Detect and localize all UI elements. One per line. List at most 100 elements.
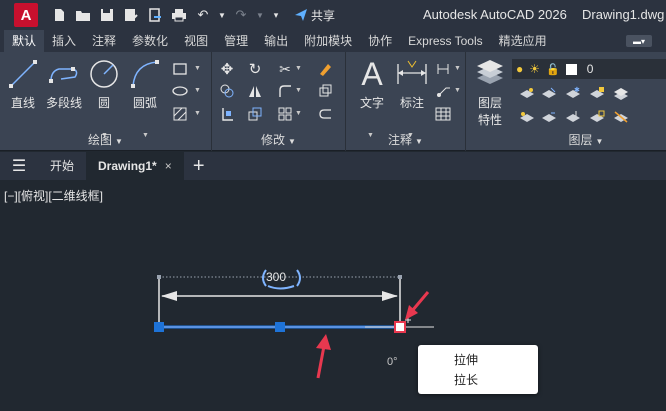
title-bar: A ↶ ▼ ↷ ▼ ▾ 共享 Autodesk AutoCAD 2026 Dra… (0, 0, 666, 30)
annotation-panel-title[interactable]: 注释 ▼ (346, 131, 465, 148)
copy-icon[interactable] (218, 82, 236, 100)
polyline-tool[interactable]: 多段线 (43, 56, 85, 111)
layer-freeze-icon[interactable]: ✱ (564, 84, 582, 102)
dimension-tool[interactable]: 标注 (392, 56, 432, 111)
layer-isolate-icon[interactable] (540, 84, 558, 102)
tab-parametric[interactable]: 参数化 (124, 30, 176, 52)
trim-icon[interactable]: ✂ (276, 60, 294, 78)
new-file-icon[interactable] (50, 6, 68, 24)
text-icon: A (361, 55, 383, 92)
tab-start[interactable]: 开始 (38, 152, 86, 180)
new-tab-icon[interactable]: + (184, 152, 214, 180)
tab-drawing1[interactable]: Drawing1* × (86, 152, 184, 180)
layer-off-icon[interactable] (518, 84, 536, 102)
open-web-icon[interactable] (146, 6, 164, 24)
tab-default[interactable]: 默认 (4, 30, 45, 52)
leader-icon[interactable] (434, 82, 452, 100)
mirror-icon[interactable] (246, 82, 264, 100)
layer-previous-icon[interactable] (540, 108, 558, 126)
line-grip-start[interactable] (154, 322, 164, 332)
customize-toolbar-icon[interactable]: ▾ (270, 6, 282, 24)
rectangle-dropdown-icon[interactable]: ▼ (194, 65, 201, 72)
dimension-grip-left[interactable] (157, 275, 161, 279)
redo-dropdown-icon[interactable]: ▼ (256, 6, 264, 24)
tab-addins[interactable]: 附加模块 (296, 30, 360, 52)
trim-dropdown-icon[interactable]: ▼ (295, 65, 302, 72)
tab-collaborate[interactable]: 协作 (360, 30, 400, 52)
menu-item-lengthen[interactable]: 拉长 (418, 370, 538, 390)
redo-icon[interactable]: ↷ (232, 6, 250, 24)
layer-properties-icon (477, 60, 503, 84)
move-icon[interactable]: ✥ (218, 60, 236, 78)
text-tool[interactable]: A 文字 (352, 56, 392, 111)
ellipse-dropdown-icon[interactable]: ▼ (194, 87, 201, 94)
dimension-text-bracket-right (296, 269, 301, 287)
layer-unlock-icon[interactable] (588, 108, 606, 126)
autocad-logo[interactable]: A (14, 3, 38, 27)
tab-annotate[interactable]: 注释 (84, 30, 124, 52)
annotation-arrow-diagonal (405, 291, 430, 320)
layer-properties-tool[interactable]: 图层 特性 (470, 56, 510, 128)
tab-output[interactable]: 输出 (256, 30, 296, 52)
menu-item-stretch[interactable]: 拉伸 (418, 350, 538, 370)
share-button[interactable]: 共享 (294, 7, 335, 24)
array-dropdown-icon[interactable]: ▼ (295, 110, 302, 117)
stretch-icon[interactable] (218, 105, 236, 123)
save-as-icon[interactable] (122, 6, 140, 24)
plot-icon[interactable] (170, 6, 188, 24)
draw-panel: 直线 多段线 圆 ▼ 圆弧 ▼ ▼ ▼ ▼ 绘图 ▼ (0, 52, 212, 151)
layer-make-current-icon[interactable] (612, 84, 630, 102)
rotate-icon[interactable]: ↻ (246, 60, 264, 78)
dimension-grip-right[interactable] (398, 275, 402, 279)
undo-dropdown-icon[interactable]: ▼ (218, 6, 226, 24)
tab-featured-apps[interactable]: 精选应用 (491, 30, 555, 52)
table-icon[interactable] (434, 105, 452, 123)
unlock-icon: 🔓 (546, 63, 560, 76)
scale-icon[interactable] (246, 105, 264, 123)
leader-dropdown-icon[interactable]: ▼ (454, 87, 461, 94)
array-icon[interactable] (276, 105, 294, 123)
document-tab-bar: ☰ 开始 Drawing1* × + (0, 152, 666, 180)
save-icon[interactable] (98, 6, 116, 24)
hatch-icon[interactable] (171, 105, 189, 123)
draw-panel-title[interactable]: 绘图 ▼ (0, 131, 211, 148)
ellipse-icon[interactable] (171, 82, 189, 100)
rectangle-icon[interactable] (171, 60, 189, 78)
hamburger-menu-icon[interactable]: ☰ (0, 152, 38, 180)
layer-walk-icon[interactable] (612, 108, 630, 126)
offset-icon[interactable] (316, 105, 334, 123)
explode-icon[interactable] (316, 82, 334, 100)
line-tool[interactable]: 直线 (3, 56, 43, 111)
linear-dim-icon[interactable] (434, 60, 452, 78)
tab-insert[interactable]: 插入 (44, 30, 84, 52)
layer-lock-icon[interactable] (588, 84, 606, 102)
line-grip-end-hot[interactable] (394, 321, 406, 333)
layer-dropdown[interactable]: ● ☀ 🔓 0 (512, 59, 666, 79)
linear-dim-dropdown-icon[interactable]: ▼ (454, 65, 461, 72)
circle-label: 圆 (97, 96, 110, 110)
dimension-value[interactable]: 300 (266, 270, 286, 284)
layer-match-icon[interactable] (518, 108, 536, 126)
circle-tool[interactable]: 圆 (84, 56, 124, 111)
tab-manage[interactable]: 管理 (216, 30, 256, 52)
drawing-canvas[interactable] (0, 180, 666, 411)
lightbulb-icon: ● (516, 62, 524, 76)
tab-express-tools[interactable]: Express Tools (400, 30, 490, 52)
hatch-dropdown-icon[interactable]: ▼ (194, 110, 201, 117)
arc-tool[interactable]: 圆弧 (125, 56, 165, 111)
ribbon-minimize-button[interactable]: ▬▾ (626, 35, 652, 47)
fillet-icon[interactable] (276, 82, 294, 100)
modify-panel-title[interactable]: 修改 ▼ (212, 131, 345, 148)
tab-view[interactable]: 视图 (176, 30, 216, 52)
layers-panel-title[interactable]: 图层 ▼ (506, 131, 666, 148)
quick-access-toolbar: ↶ ▼ ↷ ▼ ▾ 共享 (50, 6, 335, 24)
text-label: 文字 (359, 96, 384, 110)
layer-thaw-icon[interactable] (564, 108, 582, 126)
erase-icon[interactable] (316, 60, 334, 78)
undo-icon[interactable]: ↶ (194, 6, 212, 24)
close-tab-icon[interactable]: × (165, 152, 172, 180)
line-grip-mid[interactable] (275, 322, 285, 332)
arc-icon (131, 60, 159, 88)
open-folder-icon[interactable] (74, 6, 92, 24)
fillet-dropdown-icon[interactable]: ▼ (295, 87, 302, 94)
